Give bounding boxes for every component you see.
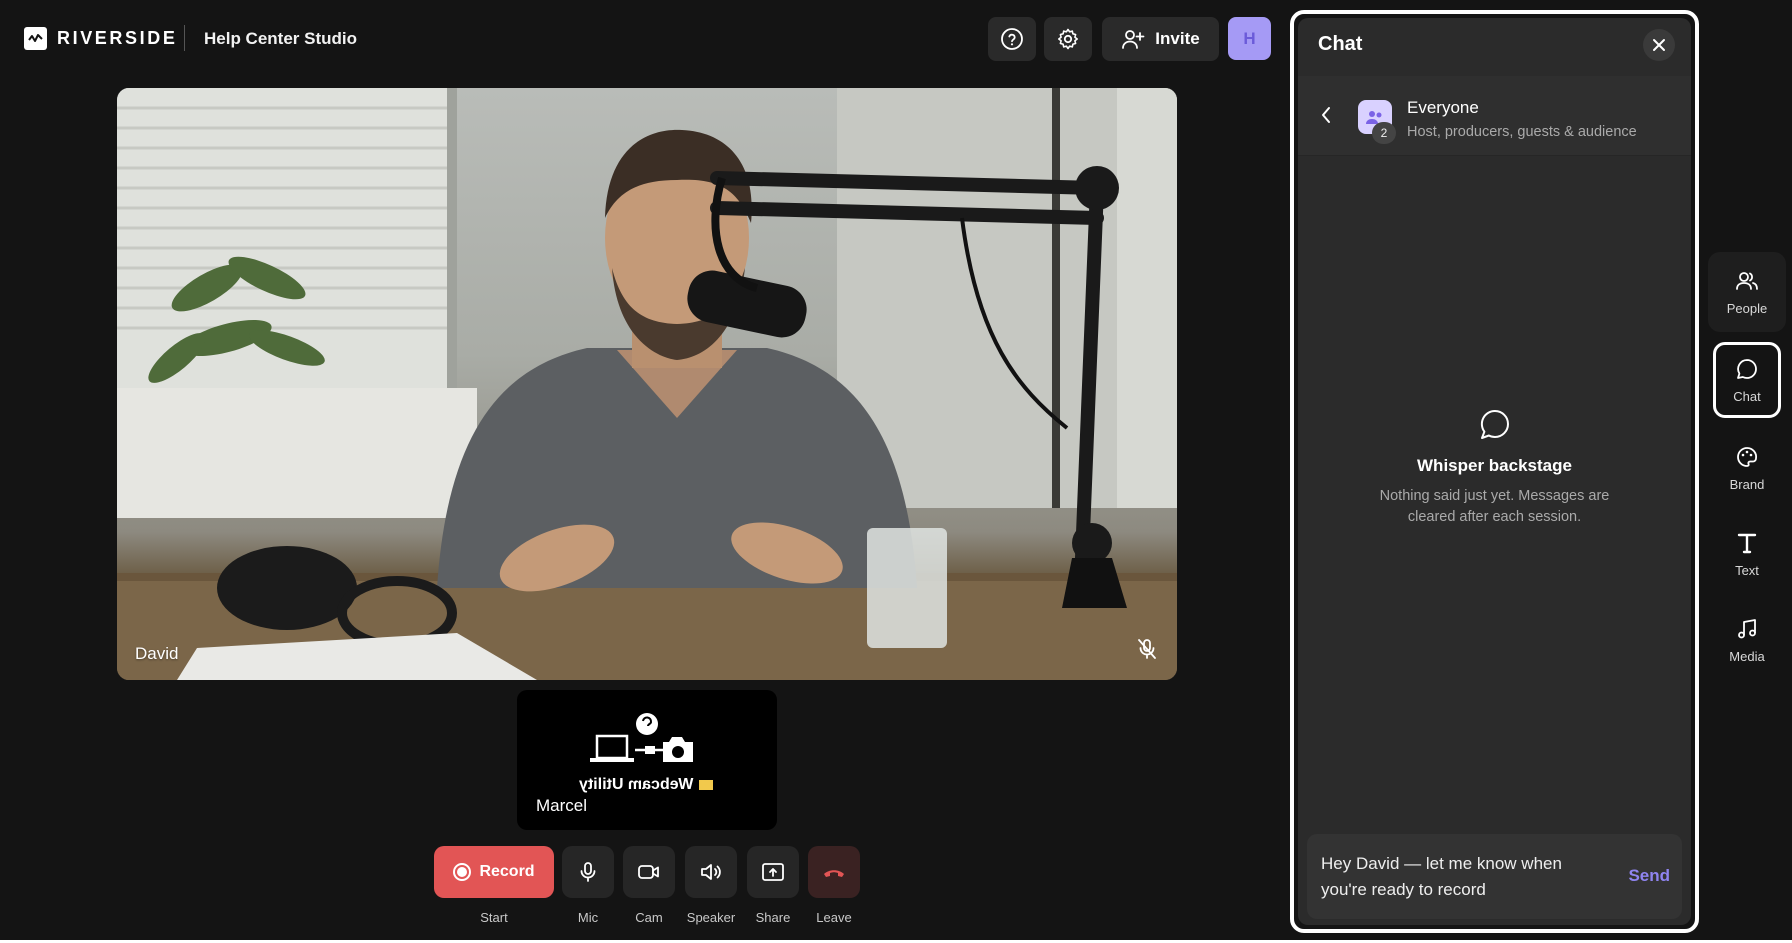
speaker-video-tile[interactable]: David [117, 88, 1177, 680]
chat-panel: Chat 2 Everyone Host, producers, guests … [1298, 18, 1691, 925]
speaker-video-frame [117, 88, 1177, 680]
share-caption: Share [755, 910, 791, 925]
speaker-caption: Speaker [686, 910, 736, 925]
speaker-name-label: David [135, 644, 179, 663]
guest-video-tile[interactable]: Webcam Utility Marcel [517, 690, 777, 830]
cam-control: Cam [623, 846, 675, 925]
mic-caption: Mic [577, 910, 599, 925]
rail-item-text[interactable]: Text [1708, 514, 1786, 594]
chat-icon [1737, 358, 1757, 379]
rail-label-text: Text [1735, 562, 1759, 578]
rail-label-brand: Brand [1729, 476, 1765, 492]
guest-name-label: Marcel [536, 796, 588, 815]
chat-title: Chat [1318, 33, 1363, 55]
chat-message-input[interactable]: Hey David — let me know when you're read… [1321, 851, 1591, 903]
invite-button[interactable]: Invite [1102, 17, 1219, 61]
top-bar: RIVERSIDE Help Center Studio Invite H [0, 0, 1290, 78]
brand-name: RIVERSIDE [57, 28, 178, 48]
people-icon [1736, 271, 1758, 290]
chat-close-button[interactable] [1643, 29, 1675, 61]
settings-button[interactable] [1044, 17, 1092, 61]
leave-caption: Leave [816, 910, 852, 925]
rail-label-people: People [1726, 300, 1768, 316]
riverside-logo-icon [24, 27, 47, 50]
cam-button[interactable] [623, 846, 675, 898]
studio-app: RIVERSIDE Help Center Studio Invite H Da… [0, 0, 1792, 940]
camera-icon [638, 865, 659, 879]
speaker-button[interactable] [685, 846, 737, 898]
channel-description: Host, producers, guests & audience [1407, 124, 1637, 140]
chat-empty-state: Whisper backstage Nothing said just yet.… [1298, 408, 1691, 528]
send-button[interactable]: Send [1628, 866, 1670, 886]
mic-control: Mic [562, 846, 614, 925]
leave-button[interactable] [808, 846, 860, 898]
empty-state-title: Whisper backstage [1417, 456, 1572, 475]
help-icon [1001, 28, 1023, 50]
invite-label: Invite [1155, 29, 1200, 48]
record-control: Record Start [434, 846, 554, 925]
riverside-logo[interactable]: RIVERSIDE [24, 27, 177, 50]
hang-up-icon [824, 870, 844, 877]
speech-bubble-icon [1298, 408, 1691, 442]
palette-icon [1737, 446, 1757, 467]
rail-item-brand[interactable]: Brand [1708, 428, 1786, 508]
speaker-icon [701, 864, 721, 880]
record-caption: Start [480, 910, 508, 925]
mic-off-icon [1135, 637, 1159, 666]
share-control: Share [747, 846, 799, 925]
rail-item-media[interactable]: Media [1708, 600, 1786, 680]
music-note-icon [1738, 618, 1756, 638]
mirrored-caption: Webcam Utility [579, 776, 694, 793]
help-button[interactable] [988, 17, 1036, 61]
channel-name: Everyone [1407, 98, 1479, 117]
mic-button[interactable] [562, 846, 614, 898]
chat-channel-header[interactable]: 2 Everyone Host, producers, guests & aud… [1298, 76, 1691, 156]
close-icon [1653, 39, 1665, 51]
text-icon [1737, 533, 1757, 553]
gear-icon [1058, 28, 1078, 50]
leave-control: Leave [808, 846, 860, 925]
add-user-icon [1122, 30, 1145, 49]
rail-label-chat: Chat [1733, 388, 1761, 404]
rail-item-people[interactable]: People [1708, 252, 1786, 332]
speaker-control: Speaker [685, 846, 737, 925]
share-button[interactable] [747, 846, 799, 898]
rail-item-chat[interactable]: Chat [1713, 342, 1781, 418]
studio-name: Help Center Studio [204, 29, 358, 48]
cam-caption: Cam [635, 910, 663, 925]
share-screen-icon [762, 863, 784, 881]
user-avatar[interactable]: H [1228, 17, 1271, 60]
header-divider [184, 25, 185, 51]
record-dot-icon [453, 863, 472, 881]
chevron-left-icon[interactable] [1320, 106, 1332, 124]
participant-count-badge: 2 [1372, 122, 1396, 144]
rail-label-media: Media [1729, 648, 1765, 664]
empty-state-text: Nothing said just yet. Messages are clea… [1379, 488, 1610, 525]
record-button-label: Record [479, 863, 535, 880]
record-button[interactable]: Record [434, 846, 554, 898]
right-tool-rail: People Chat Brand Text Media [1704, 0, 1792, 940]
microphone-icon [580, 862, 596, 882]
chat-composer: Hey David — let me know when you're read… [1307, 834, 1682, 919]
